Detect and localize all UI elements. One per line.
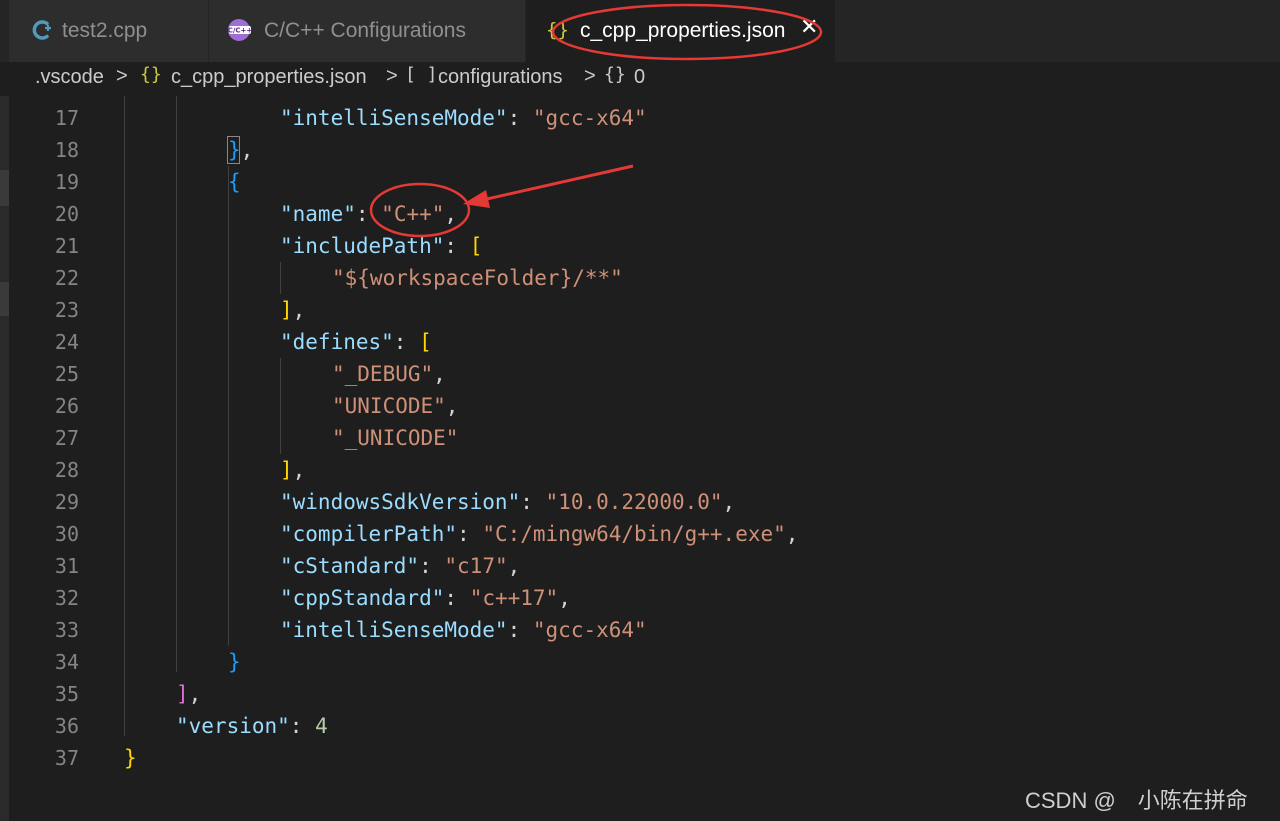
tab-label: c_cpp_properties.json xyxy=(580,19,786,42)
line-number: 19 xyxy=(54,170,79,194)
cpp-extension-icon: C/C++ xyxy=(227,18,253,42)
code-line: "_UNICODE" xyxy=(332,426,459,450)
line-number: 18 xyxy=(54,138,79,162)
code-line: "includePath": [ xyxy=(280,234,483,258)
code-line: ], xyxy=(280,458,306,482)
line-number: 22 xyxy=(54,266,79,290)
line-number: 21 xyxy=(54,234,79,258)
breadcrumb: .vscode > {} c_cpp_properties.json > [ ]… xyxy=(0,62,1280,96)
code-line: }, xyxy=(228,138,254,162)
breadcrumb-folder[interactable]: .vscode xyxy=(35,66,104,89)
object-braces-icon: {} xyxy=(604,64,626,85)
close-icon[interactable]: ✕ xyxy=(800,15,818,40)
tab-bar: test2.cpp C/C++ C/C++ Configurations {} … xyxy=(0,0,1280,62)
tab-cpp-configurations[interactable]: C/C++ C/C++ Configurations xyxy=(209,0,526,62)
json-braces-icon: {} xyxy=(140,64,162,85)
breadcrumb-section[interactable]: configurations xyxy=(438,66,563,89)
strip-marker xyxy=(0,170,9,206)
line-number: 37 xyxy=(54,746,79,770)
strip-marker xyxy=(0,282,9,316)
line-number: 36 xyxy=(54,714,79,738)
code-line: "defines": [ xyxy=(280,330,432,354)
json-braces-icon: {} xyxy=(546,19,569,41)
code-line: "intelliSenseMode": "gcc-x64" xyxy=(280,618,647,642)
code-line: "cppStandard": "c++17", xyxy=(280,586,571,610)
line-number: 26 xyxy=(54,394,79,418)
line-number: 28 xyxy=(54,458,79,482)
line-number: 23 xyxy=(54,298,79,322)
indent-guide xyxy=(124,96,125,736)
code-line: } xyxy=(124,746,137,770)
indent-guide xyxy=(280,358,281,454)
breadcrumb-file[interactable]: c_cpp_properties.json xyxy=(171,66,367,89)
breadcrumb-item[interactable]: 0 xyxy=(634,66,645,89)
line-number: 20 xyxy=(54,202,79,226)
line-number: 17 xyxy=(54,106,79,130)
line-number: 35 xyxy=(54,682,79,706)
tab-test2-cpp[interactable]: test2.cpp xyxy=(9,0,209,62)
code-line: ], xyxy=(280,298,306,322)
code-line: "name": "C++", xyxy=(280,202,458,226)
tab-label: test2.cpp xyxy=(62,19,148,42)
cpp-file-icon xyxy=(31,18,55,42)
line-number: 31 xyxy=(54,554,79,578)
code-line: "intelliSenseMode": "gcc-x64" xyxy=(280,106,647,130)
chevron-right-icon: > xyxy=(386,65,398,87)
code-line: { xyxy=(228,170,241,194)
code-line: "version": 4 xyxy=(176,714,328,738)
watermark: CSDN @ 小陈在拼命 xyxy=(1025,788,1248,813)
line-number: 27 xyxy=(54,426,79,450)
svg-text:C/C++: C/C++ xyxy=(228,27,253,35)
chevron-right-icon: > xyxy=(584,65,596,87)
code-editor[interactable]: 17 18 19 20 21 22 23 24 25 26 27 28 29 3… xyxy=(9,96,1280,821)
code-line: "_DEBUG", xyxy=(332,362,446,386)
indent-guide xyxy=(228,166,229,646)
code-line: ], xyxy=(176,682,202,706)
code-line: "${workspaceFolder}/**" xyxy=(332,266,623,290)
tab-c-cpp-properties-json[interactable]: {} c_cpp_properties.json ✕ xyxy=(526,0,836,62)
code-line: } xyxy=(228,650,241,674)
indent-guide xyxy=(176,96,177,672)
code-line: "cStandard": "c17", xyxy=(280,554,521,578)
code-line: "UNICODE", xyxy=(332,394,459,418)
left-edge-strip xyxy=(0,0,9,821)
line-number: 30 xyxy=(54,522,79,546)
code-line: "compilerPath": "C:/mingw64/bin/g++.exe"… xyxy=(280,522,799,546)
code-line: "windowsSdkVersion": "10.0.22000.0", xyxy=(280,490,736,514)
line-number: 25 xyxy=(54,362,79,386)
line-number: 33 xyxy=(54,618,79,642)
line-number: 32 xyxy=(54,586,79,610)
line-number: 34 xyxy=(54,650,79,674)
array-brackets-icon: [ ] xyxy=(405,64,438,85)
line-number: 29 xyxy=(54,490,79,514)
tab-label: C/C++ Configurations xyxy=(264,19,466,42)
chevron-right-icon: > xyxy=(116,65,128,87)
line-number: 24 xyxy=(54,330,79,354)
indent-guide xyxy=(280,262,281,294)
